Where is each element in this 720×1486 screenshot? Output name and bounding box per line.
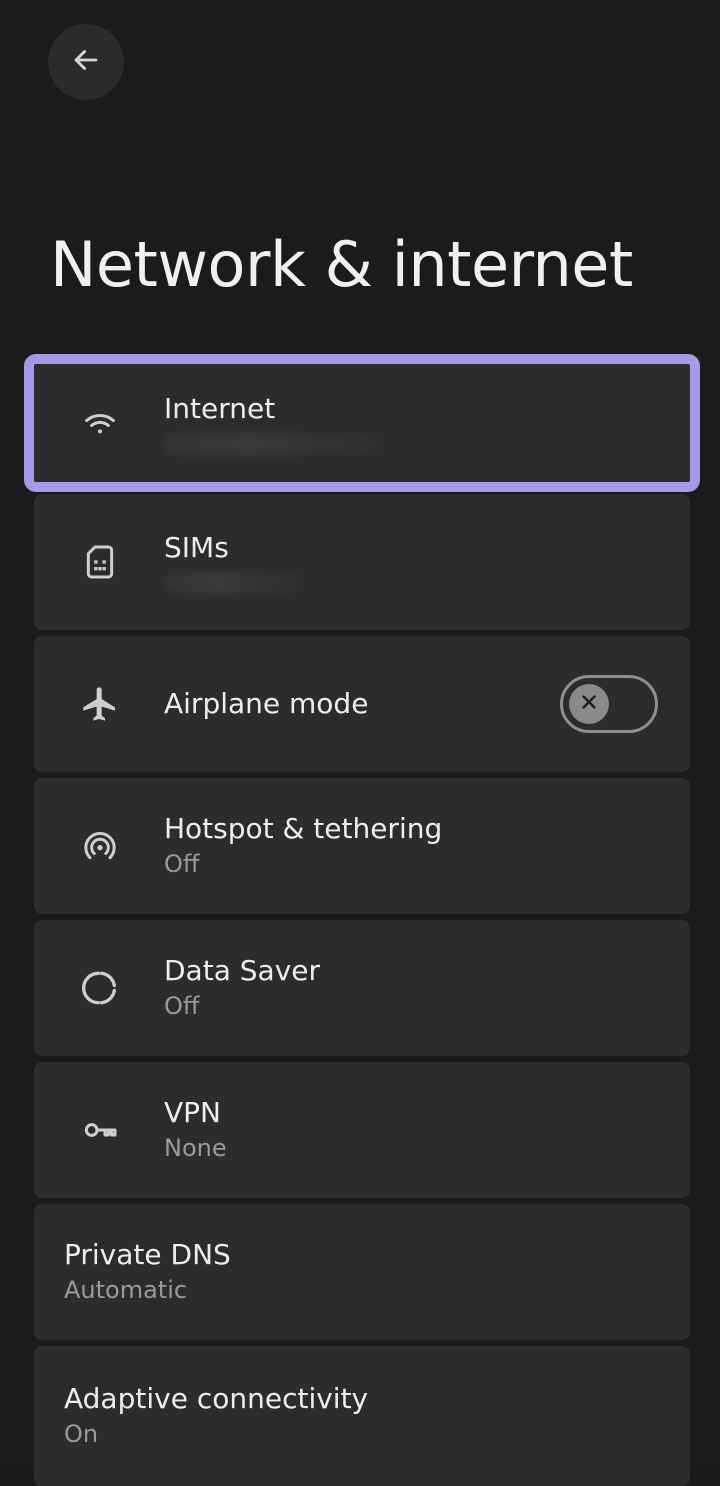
sims-summary-redacted (164, 572, 304, 594)
airplane-mode-title: Airplane mode (164, 687, 369, 720)
hotspot-title: Hotspot & tethering (164, 812, 443, 845)
hotspot-summary: Off (164, 850, 200, 878)
sims-title: SIMs (164, 531, 229, 564)
data-saver-icon (78, 966, 122, 1010)
internet-item[interactable]: Internet (24, 354, 700, 492)
settings-screen: Network & internet Internet SIMs Airplan… (0, 0, 720, 1486)
data-saver-summary: Off (164, 992, 200, 1020)
vpn-item[interactable]: VPN None (34, 1062, 690, 1198)
airplane-mode-item[interactable]: Airplane mode (34, 636, 690, 772)
hotspot-item[interactable]: Hotspot & tethering Off (34, 778, 690, 914)
internet-title: Internet (164, 392, 276, 425)
data-saver-title: Data Saver (164, 954, 320, 987)
settings-list: Internet SIMs Airplane mode Hotspot & te… (24, 354, 700, 1486)
adaptive-connectivity-title: Adaptive connectivity (64, 1382, 369, 1415)
adaptive-connectivity-summary: On (64, 1420, 99, 1448)
close-icon (578, 691, 600, 717)
key-icon (78, 1108, 122, 1152)
private-dns-item[interactable]: Private DNS Automatic (34, 1204, 690, 1340)
arrow-left-icon (69, 43, 103, 81)
airplane-icon (78, 682, 122, 726)
vpn-title: VPN (164, 1096, 221, 1129)
toggle-thumb (569, 684, 609, 724)
private-dns-summary: Automatic (64, 1276, 188, 1304)
internet-summary-redacted (164, 433, 384, 455)
private-dns-title: Private DNS (64, 1238, 231, 1271)
back-button[interactable] (48, 24, 124, 100)
data-saver-item[interactable]: Data Saver Off (34, 920, 690, 1056)
wifi-icon (78, 401, 122, 445)
hotspot-icon (78, 824, 122, 868)
page-title: Network & internet (50, 228, 633, 301)
vpn-summary: None (164, 1134, 227, 1162)
sim-card-icon (78, 540, 122, 584)
sims-item[interactable]: SIMs (34, 494, 690, 630)
airplane-mode-toggle[interactable] (560, 675, 658, 733)
adaptive-connectivity-item[interactable]: Adaptive connectivity On (34, 1346, 690, 1486)
